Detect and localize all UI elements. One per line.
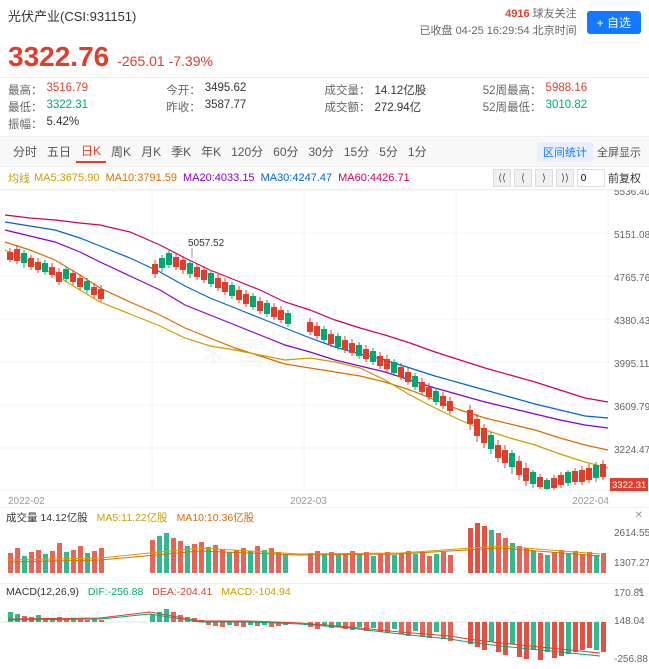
stats-grid: 最高： 3516.79 今开： 3495.62 成交量： 14.12亿股 52周… xyxy=(0,78,649,137)
meta-info: 4916 球友关注 已收盘 04-25 16:29:54 北京时间 xyxy=(420,6,577,39)
volume-chart-container: 成交量 14.12亿股 MA5:11.22亿股 MA10:10.36亿股 ✕ xyxy=(0,507,649,583)
y-label-1: 5536.40 xyxy=(614,190,649,198)
stat-high: 最高： 3516.79 xyxy=(8,82,166,98)
x-date-1: 2022-02 xyxy=(8,496,45,507)
chart-toolbar: 分时 五日 日K 周K 月K 季K 年K 120分 60分 30分 15分 5分… xyxy=(0,137,649,167)
macd-title: MACD(12,26,9) xyxy=(6,586,79,598)
nav-input[interactable] xyxy=(577,169,605,187)
y-label-2: 5151.08 xyxy=(614,230,649,241)
ma30-value: MA30:4247.47 xyxy=(261,172,333,184)
stat-52low: 52周最低： 3010.82 xyxy=(483,99,641,115)
y-label-4: 4380.43 xyxy=(614,316,649,327)
tab-15[interactable]: 15分 xyxy=(339,141,374,162)
volume-ma5: MA5:11.22亿股 xyxy=(97,512,168,524)
stock-title: 光伏产业(CSI:931151) xyxy=(8,9,136,24)
macd-close-button[interactable]: ✕ xyxy=(635,586,643,597)
macd-y-label-2: 148.04 xyxy=(614,616,645,627)
tab-ji-k[interactable]: 季K xyxy=(166,141,196,162)
volume-close-button[interactable]: ✕ xyxy=(635,510,643,521)
volume-bars xyxy=(8,523,606,573)
current-price-tag: 3322.31 xyxy=(612,480,646,491)
tab-zhou-k[interactable]: 周K xyxy=(106,141,136,162)
macd-dif: DIF:-256.88 xyxy=(88,586,143,598)
tab-nian-k[interactable]: 年K xyxy=(196,141,226,162)
x-axis-dates: 2022-02 2022-03 2022-04 xyxy=(0,495,649,507)
ma10-value: MA10:3791.59 xyxy=(105,172,177,184)
ma60-value: MA60:4426.71 xyxy=(338,172,410,184)
tab-yue-k[interactable]: 月K xyxy=(136,141,166,162)
ma5-value: MA5:3675.90 xyxy=(34,172,99,184)
tab-60[interactable]: 60分 xyxy=(268,141,303,162)
interval-stats-button[interactable]: 区间统计 xyxy=(537,142,593,162)
y-label-6: 3609.79 xyxy=(614,402,649,413)
ma-indicator-bar: 均线 MA5:3675.90 MA10:3791.59 MA20:4033.15… xyxy=(0,167,649,190)
y-label-3: 4765.76 xyxy=(614,273,649,284)
volume-title: 成交量 14.12亿股 xyxy=(6,512,88,524)
main-chart-container: ❄ 雪球 xyxy=(0,190,649,495)
nav-next-button[interactable]: ⟩ xyxy=(535,169,553,187)
stat-low: 最低： 3322.31 xyxy=(8,99,166,115)
volume-chart-label: 成交量 14.12亿股 MA5:11.22亿股 MA10:10.36亿股 xyxy=(6,510,254,525)
tab-30[interactable]: 30分 xyxy=(304,141,339,162)
svg-text:❄ 雪球: ❄ 雪球 xyxy=(200,336,299,372)
ma-label: 均线 xyxy=(8,170,30,186)
tab-5[interactable]: 5分 xyxy=(374,141,403,162)
nav-prev-prev-button[interactable]: ⟨⟨ xyxy=(493,169,511,187)
stat-open: 今开： 3495.62 xyxy=(166,82,324,98)
header: 光伏产业(CSI:931151) 4916 球友关注 已收盘 04-25 16:… xyxy=(0,0,649,78)
main-chart-svg: ❄ 雪球 xyxy=(0,190,649,492)
ma20-value: MA20:4033.15 xyxy=(183,172,255,184)
tab-wu-ri[interactable]: 五日 xyxy=(42,141,76,162)
macd-value: MACD:-104.94 xyxy=(221,586,290,598)
nav-next-next-button[interactable]: ⟩⟩ xyxy=(556,169,574,187)
macd-y-label-3: -256.88 xyxy=(614,654,648,665)
fullscreen-button[interactable]: 全屏显示 xyxy=(597,144,641,160)
fq-label: 前复权 xyxy=(608,170,641,186)
add-watchlist-button[interactable]: + 自选 xyxy=(587,11,641,34)
current-price: 3322.76 xyxy=(8,41,109,73)
macd-chart-label: MACD(12,26,9) DIF:-256.88 DEA:-204.41 MA… xyxy=(6,586,291,598)
x-date-2: 2022-03 xyxy=(290,496,327,507)
y-label-5: 3995.11 xyxy=(614,359,649,370)
price-change: -265.01 -7.39% xyxy=(117,53,213,69)
stat-52high: 52周最高： 5988.16 xyxy=(483,82,641,98)
stat-volume: 成交量： 14.12亿股 xyxy=(325,82,483,98)
tab-ri-k[interactable]: 日K xyxy=(76,140,106,163)
macd-chart-container: MACD(12,26,9) DIF:-256.88 DEA:-204.41 MA… xyxy=(0,583,649,669)
volume-ma10: MA10:10.36亿股 xyxy=(177,512,255,524)
tab-120[interactable]: 120分 xyxy=(226,141,268,162)
macd-dea: DEA:-204.41 xyxy=(152,586,212,598)
peak-label: 5057.52 xyxy=(188,238,225,249)
vol-y-label-1: 2614.55万 xyxy=(614,528,649,539)
y-label-7: 3224.47 xyxy=(614,445,649,456)
macd-bars xyxy=(8,609,606,660)
nav-prev-button[interactable]: ⟨ xyxy=(514,169,532,187)
stat-amount: 成交额： 272.94亿 xyxy=(325,99,483,115)
tab-fen-shi[interactable]: 分时 xyxy=(8,141,42,162)
tab-1[interactable]: 1分 xyxy=(403,141,432,162)
stat-prev-close: 昨收： 3587.77 xyxy=(166,99,324,115)
stat-amplitude: 振幅： 5.42% xyxy=(8,116,166,132)
x-date-3: 2022-04 xyxy=(572,496,609,507)
vol-y-label-2: 1307.27万 xyxy=(614,558,649,569)
